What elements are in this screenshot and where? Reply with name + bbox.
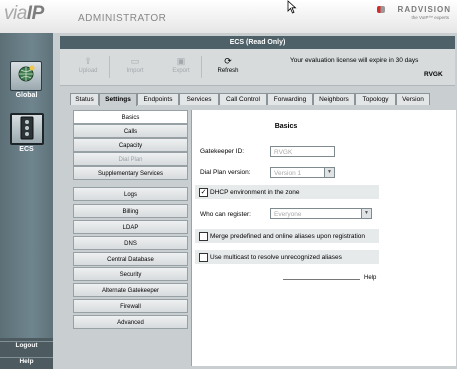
section-title: Basics	[274, 123, 298, 130]
logout-link[interactable]: Logout	[0, 341, 53, 349]
app-header: viaIP ADMINISTRATOR RADVISION the VoIP™ …	[0, 0, 457, 34]
menu-item-advanced[interactable]: Advanced	[73, 315, 188, 329]
tab-version[interactable]: Version	[396, 93, 430, 105]
import-button[interactable]: ▭ Import	[119, 56, 151, 74]
refresh-button[interactable]: ⟳ Refresh	[212, 56, 244, 74]
dhcp-label: DHCP environment in the zone	[210, 189, 300, 196]
radvision-mark-icon	[377, 6, 385, 13]
window-title: ECS (Read Only)	[60, 36, 455, 49]
dial-plan-value: Version 1	[274, 170, 302, 177]
menu-item-logs[interactable]: Logs	[73, 187, 188, 201]
who-register-value: Everyone	[274, 211, 302, 218]
tab-neighbors[interactable]: Neighbors	[313, 93, 355, 105]
chevron-down-icon: ▼	[361, 209, 371, 218]
toolbar-divider	[109, 56, 110, 78]
menu-item-firewall[interactable]: Firewall	[73, 299, 188, 313]
gatekeeper-id-field[interactable]: RVGK	[270, 146, 335, 157]
license-notice: Your evaluation license will expire in 3…	[290, 57, 419, 64]
refresh-icon: ⟳	[224, 56, 232, 66]
multicast-checkbox[interactable]	[199, 253, 208, 262]
menu-item-basics[interactable]: Basics	[73, 110, 188, 124]
mouse-cursor-icon	[287, 0, 297, 14]
tab-endpoints[interactable]: Endpoints	[137, 93, 179, 105]
import-label: Import	[126, 68, 144, 74]
upload-button[interactable]: ⇪ Upload	[72, 56, 104, 74]
nav-label-global: Global	[15, 92, 38, 99]
checkmark-icon: ✓	[200, 189, 207, 196]
menu-item-calls[interactable]: Calls	[73, 124, 188, 138]
tab-forwarding[interactable]: Forwarding	[267, 93, 313, 105]
gatekeeper-name: RVGK	[424, 71, 443, 78]
help-button[interactable]: Help	[364, 275, 376, 281]
export-button[interactable]: ▣ Export	[165, 56, 197, 74]
who-register-select[interactable]: Everyone ▼	[270, 208, 372, 219]
tab-services[interactable]: Services	[179, 93, 219, 105]
globe-icon	[18, 65, 35, 82]
help-divider	[283, 279, 360, 280]
app-subtitle: ADMINISTRATOR	[78, 13, 167, 24]
radvision-tagline: the VoIP™ experts	[411, 15, 449, 20]
merge-checkbox[interactable]	[199, 232, 208, 241]
who-register-label: Who can register:	[200, 211, 251, 218]
ecs-button[interactable]	[10, 113, 44, 145]
viaip-logo: viaIP	[4, 3, 44, 24]
menu-item-security[interactable]: Security	[73, 267, 188, 281]
server-icon	[20, 116, 34, 140]
merge-label: Merge predefined and online aliases upon…	[210, 233, 366, 240]
menu-item-capacity[interactable]: Capacity	[73, 138, 188, 152]
folder-icon: ▭	[130, 56, 140, 66]
dial-plan-label: Dial Plan version:	[200, 169, 251, 176]
menu-item-ldap[interactable]: LDAP	[73, 220, 188, 234]
upload-label: Upload	[78, 68, 98, 74]
save-icon: ▣	[176, 56, 186, 66]
menu-item-billing[interactable]: Billing	[73, 204, 188, 218]
dhcp-checkbox[interactable]: ✓	[199, 188, 208, 197]
tab-settings[interactable]: Settings	[99, 93, 137, 106]
menu-item-supplementary-services[interactable]: Supplementary Services	[73, 166, 188, 180]
left-nav: Global ECS	[0, 33, 53, 369]
help-link[interactable]: Help	[0, 357, 53, 365]
toolbar-divider	[201, 56, 202, 78]
menu-item-alternate-gatekeeper[interactable]: Alternate Gatekeeper	[73, 283, 188, 297]
global-button[interactable]	[10, 61, 42, 91]
chevron-down-icon: ▼	[324, 168, 334, 177]
export-label: Export	[172, 68, 190, 74]
gatekeeper-id-label: Gatekeeper ID:	[200, 148, 245, 155]
radvision-logo: RADVISION	[397, 5, 451, 14]
refresh-label: Refresh	[217, 68, 239, 74]
tab-status[interactable]: Status	[70, 93, 99, 105]
upload-icon: ⇪	[84, 56, 92, 66]
multicast-label: Use multicast to resolve unrecognized al…	[210, 254, 342, 261]
tab-call-control[interactable]: Call Control	[219, 93, 267, 105]
nav-label-ecs: ECS	[19, 146, 34, 153]
menu-item-dns[interactable]: DNS	[73, 236, 188, 250]
tab-topology[interactable]: Topology	[355, 93, 396, 105]
dial-plan-select[interactable]: Version 1 ▼	[270, 167, 335, 178]
menu-item-dial-plan[interactable]: Dial Plan	[73, 152, 188, 166]
menu-item-central-database[interactable]: Central Database	[73, 252, 188, 266]
